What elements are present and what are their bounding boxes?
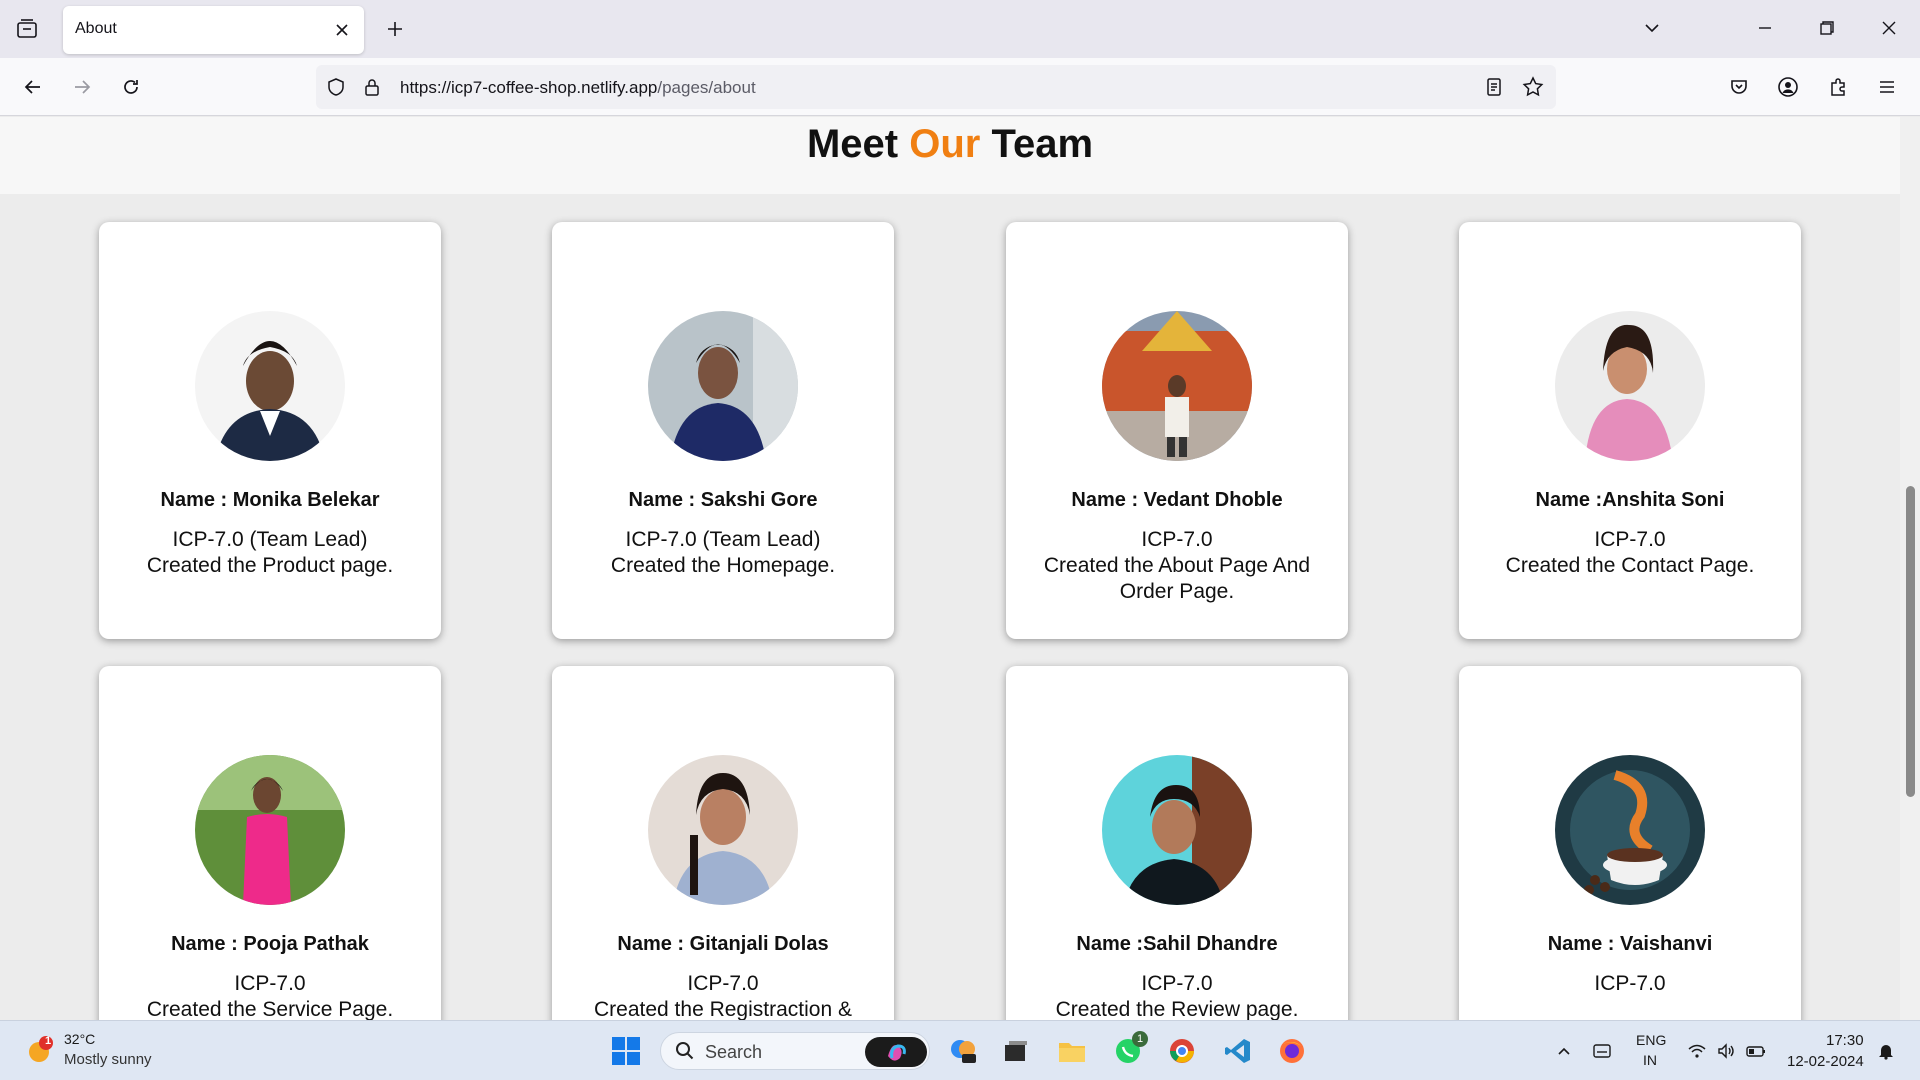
browser-nav-bar: https://icp7-coffee-shop.netlify.app/pag… [0,58,1920,116]
task-view-icon[interactable] [995,1031,1035,1071]
notification-bell-icon[interactable] [1866,1031,1906,1071]
lock-icon[interactable] [360,75,384,99]
page-viewport: Meet Our Team Name : Monika Belekar ICP-… [0,117,1900,1020]
close-icon[interactable] [330,18,354,42]
title-part1: Meet [806,122,899,166]
member-role: ICP-7.0 [1141,528,1213,551]
title-accent: Our [909,122,981,166]
team-card: Name : Gitanjali Dolas ICP-7.0 Created t… [552,666,894,1020]
url-host: https://icp7-coffee-shop.netlify.app [400,78,658,97]
team-card: Name : Monika Belekar ICP-7.0 (Team Lead… [99,222,441,639]
member-avatar [1102,311,1252,461]
member-role: ICP-7.0 [687,972,759,995]
battery-icon[interactable] [1736,1031,1776,1071]
member-desc: Created the Review page. [1055,998,1299,1020]
weather-temp: 32°C [64,1031,96,1047]
title-part2: Team [991,122,1094,166]
weather-desc: Mostly sunny [64,1051,152,1068]
windows-taskbar: 1 32°C Mostly sunny Search 1 ENG IN 17:3… [0,1020,1920,1080]
reload-icon[interactable] [114,70,148,104]
member-desc: Created the About Page And Order Page. [1043,554,1311,603]
member-role: ICP-7.0 (Team Lead) [625,528,821,551]
team-card: Name :Anshita Soni ICP-7.0 Created the C… [1459,222,1801,639]
account-icon[interactable] [1771,70,1805,104]
whatsapp-icon[interactable]: 1 [1108,1031,1148,1071]
minimize-icon[interactable] [1742,8,1788,48]
url-text[interactable]: https://icp7-coffee-shop.netlify.app/pag… [400,78,756,98]
file-explorer-icon[interactable] [1052,1031,1092,1071]
member-name: Name : Monika Belekar [160,489,380,511]
chevron-up-icon[interactable] [1544,1031,1584,1071]
team-card: Name : Vaishanvi ICP-7.0 [1459,666,1801,1020]
member-name: Name : Vedant Dhoble [1071,489,1283,511]
team-card: Name : Pooja Pathak ICP-7.0 Created the … [99,666,441,1020]
member-desc: Created the Service Page. [146,998,394,1020]
bookmark-star-icon[interactable] [1521,75,1545,99]
pocket-icon[interactable] [1722,70,1756,104]
address-bar[interactable]: https://icp7-coffee-shop.netlify.app/pag… [316,65,1556,109]
member-avatar [648,311,798,461]
member-avatar [1102,755,1252,905]
active-tab[interactable]: About [63,6,364,54]
member-role: ICP-7.0 [234,972,306,995]
member-desc: Created the Registraction & [594,998,852,1020]
restore-icon[interactable] [1804,8,1850,48]
chrome-icon[interactable] [1162,1031,1202,1071]
team-card: Name : Vedant Dhoble ICP-7.0 Created the… [1006,222,1348,639]
reader-view-icon[interactable] [1482,75,1506,99]
weather-sun-icon[interactable]: 1 [24,1035,54,1065]
firefox-icon[interactable] [1272,1031,1312,1071]
chevron-down-icon[interactable] [1636,12,1668,44]
clock-date[interactable]: 12-02-2024 [1787,1053,1864,1070]
shield-icon[interactable] [324,75,348,99]
forward-arrow-icon[interactable] [65,70,99,104]
page-header: Meet Our Team [0,117,1900,194]
clock-time[interactable]: 17:30 [1826,1032,1864,1049]
member-name: Name : Gitanjali Dolas [617,933,829,955]
browser-tab-bar: About [0,0,1920,58]
team-card: Name :Sahil Dhandre ICP-7.0 Created the … [1006,666,1348,1020]
member-role: ICP-7.0 [1141,972,1213,995]
new-tab-icon[interactable] [378,12,412,46]
member-avatar [1555,311,1705,461]
whatsapp-badge: 1 [1132,1031,1148,1047]
start-icon[interactable] [606,1031,646,1071]
language-line2[interactable]: IN [1643,1052,1657,1068]
team-card: Name : Sakshi Gore ICP-7.0 (Team Lead) C… [552,222,894,639]
member-name: Name : Sakshi Gore [628,489,818,511]
menu-icon[interactable] [1870,70,1904,104]
scrollbar-thumb[interactable] [1906,486,1915,797]
copilot-app-icon[interactable] [943,1031,983,1071]
member-avatar [195,755,345,905]
extensions-icon[interactable] [1821,70,1855,104]
member-name: Name : Pooja Pathak [171,933,369,955]
firefox-view-icon[interactable] [10,12,44,46]
taskbar-search[interactable]: Search [660,1032,930,1070]
member-avatar [648,755,798,905]
page-scrollbar[interactable] [1900,117,1920,1020]
member-avatar [1555,755,1705,905]
touch-keyboard-icon[interactable] [1582,1031,1622,1071]
language-line1[interactable]: ENG [1636,1032,1666,1048]
copilot-icon[interactable] [865,1037,927,1067]
member-name: Name : Vaishanvi [1547,933,1713,955]
vscode-icon[interactable] [1218,1031,1258,1071]
member-name: Name :Sahil Dhandre [1076,933,1278,955]
url-path: /pages/about [657,78,756,97]
window-close-icon[interactable] [1866,8,1912,48]
search-placeholder: Search [705,1042,763,1062]
member-desc: Created the Contact Page. [1505,554,1755,577]
search-icon [675,1041,695,1066]
back-arrow-icon[interactable] [16,70,50,104]
member-role: ICP-7.0 [1594,972,1666,995]
tab-title: About [75,20,117,37]
member-desc: Created the Product page. [146,554,394,577]
member-role: ICP-7.0 (Team Lead) [172,528,368,551]
member-role: ICP-7.0 [1594,528,1666,551]
member-avatar [195,311,345,461]
weather-badge: 1 [44,1035,52,1047]
member-desc: Created the Homepage. [610,554,836,577]
page-title: Meet Our Team [0,117,1900,169]
member-name: Name :Anshita Soni [1535,489,1725,511]
